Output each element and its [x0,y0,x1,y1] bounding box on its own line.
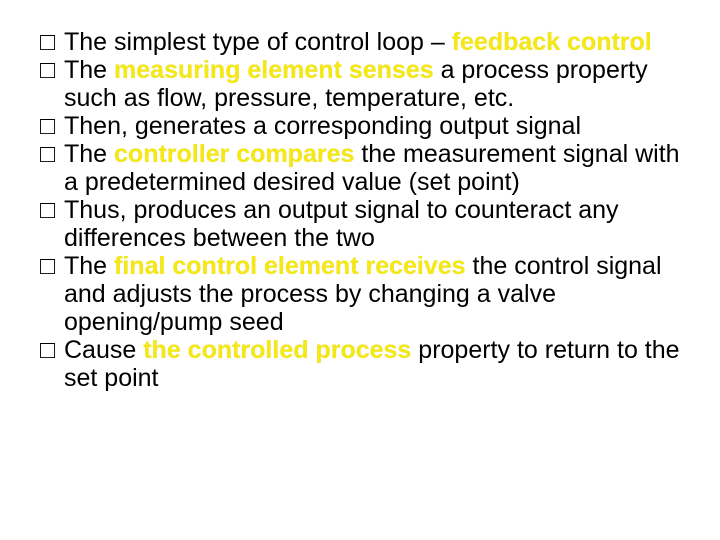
bullet-text-highlight: final control element receives [114,252,466,280]
bullet-square-icon: □ [40,336,60,364]
list-item: □ The simplest type of control loop – fe… [40,28,680,56]
bullet-square-icon: □ [40,140,60,168]
bullet-square-icon: □ [40,196,60,224]
list-item: □ The measuring element senses a process… [40,56,680,112]
bullet-list: □ The simplest type of control loop – fe… [40,28,680,392]
bullet-text-pre: The [64,56,114,84]
list-item: □ Then, generates a corresponding output… [40,112,680,140]
bullet-text-highlight: feedback control [452,28,652,56]
slide: □ The simplest type of control loop – fe… [0,0,720,540]
bullet-square-icon: □ [40,56,60,84]
list-item: □ Cause the controlled process property … [40,336,680,392]
bullet-text-highlight: the controlled process [143,336,411,364]
bullet-text-pre: Thus, produces an output signal to count… [64,196,619,252]
bullet-text-pre: The simplest type of control loop – [64,28,452,56]
bullet-text-pre: Then, generates a corresponding output s… [64,112,581,140]
bullet-text-pre: The [64,252,114,280]
bullet-text-pre: Cause [64,336,143,364]
bullet-square-icon: □ [40,28,60,56]
bullet-text-pre: The [64,140,114,168]
list-item: □ The controller compares the measuremen… [40,140,680,196]
bullet-square-icon: □ [40,252,60,280]
bullet-text-highlight: controller compares [114,140,354,168]
bullet-text-highlight: measuring element senses [114,56,434,84]
list-item: □ The final control element receives the… [40,252,680,336]
list-item: □ Thus, produces an output signal to cou… [40,196,680,252]
bullet-square-icon: □ [40,112,60,140]
